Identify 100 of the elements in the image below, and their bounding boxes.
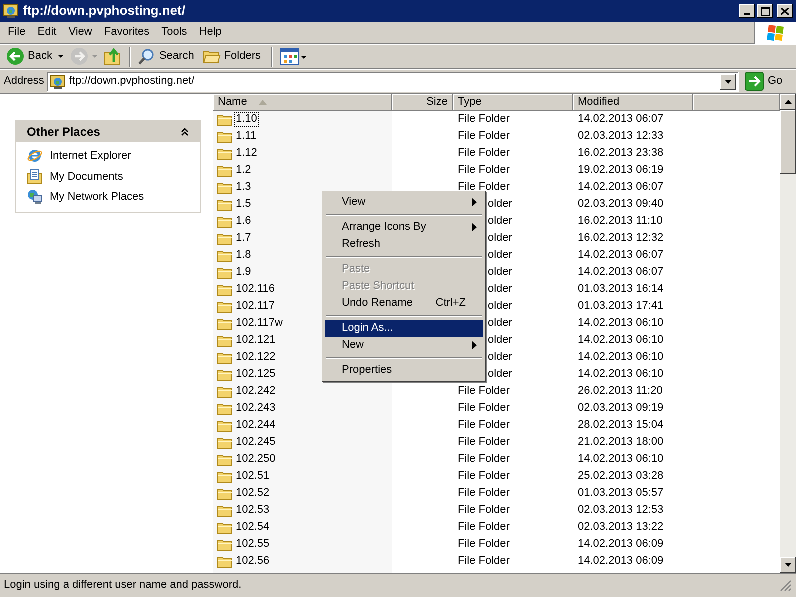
menu-item[interactable]: View	[325, 194, 483, 211]
folder-icon	[217, 368, 233, 382]
sort-arrow-icon	[259, 100, 268, 105]
table-cell-text: 14.02.2013 06:07	[577, 248, 665, 264]
menu-item[interactable]: Help	[193, 22, 228, 42]
scroll-thumb[interactable]	[780, 110, 796, 174]
table-cell: older	[488, 300, 512, 312]
table-cell-text: 25.02.2013 03:28	[577, 469, 665, 484]
table-cell-text: 02.03.2013 09:19	[577, 401, 665, 416]
network-computer-icon	[27, 189, 43, 206]
file-name[interactable]: 102.243	[235, 402, 277, 415]
table-cell-text: 02.03.2013 09:40	[577, 197, 665, 212]
scroll-up-button[interactable]	[780, 94, 796, 110]
column-header[interactable]: Type	[453, 94, 573, 111]
resize-grip-icon	[780, 580, 792, 592]
file-name[interactable]: 1.6	[235, 215, 252, 228]
file-name[interactable]: 102.51	[235, 470, 271, 483]
file-name[interactable]: 1.5	[235, 198, 252, 211]
folder-icon	[217, 146, 233, 160]
table-cell-text: 16.02.2013 11:10	[577, 214, 664, 230]
menu-item[interactable]: Undo Rename Ctrl+Z	[325, 295, 483, 312]
file-name[interactable]: 102.53	[235, 504, 271, 517]
menu-item[interactable]: New	[325, 337, 483, 354]
folder-icon	[217, 418, 233, 432]
file-name[interactable]: 102.121	[235, 334, 277, 347]
dropdown-button[interactable]	[720, 74, 736, 90]
menu-item[interactable]: Tools	[156, 22, 194, 42]
file-name[interactable]: 1.3	[235, 181, 252, 194]
address-field[interactable]: ftp://down.pvphosting.net/	[47, 72, 739, 92]
close-icon	[781, 8, 789, 14]
place-link[interactable]: Internet Explorer	[27, 148, 189, 164]
menu-item[interactable]: Login As...	[325, 320, 483, 337]
place-link[interactable]: My Network Places	[27, 189, 189, 206]
folder-up-icon	[104, 47, 122, 66]
caret-icon	[784, 100, 792, 104]
menu-item[interactable]: Arrange Icons By	[325, 219, 483, 236]
minimize-icon	[744, 13, 750, 15]
table-cell-text: 02.03.2013 13:22	[577, 520, 665, 536]
folders-button[interactable]: Folders	[201, 46, 266, 68]
folder-icon	[217, 334, 233, 348]
file-name[interactable]: 102.52	[235, 487, 271, 500]
menu-item[interactable]: Properties	[325, 362, 483, 379]
menu-item[interactable]: Favorites	[98, 22, 156, 42]
file-name[interactable]: 102.242	[235, 385, 277, 398]
menu-item[interactable]: File	[2, 22, 32, 42]
table-cell: File Folder	[458, 402, 510, 414]
folder-icon	[217, 282, 233, 296]
file-name[interactable]: 102.55	[235, 538, 271, 551]
file-name[interactable]: 102.122	[235, 351, 277, 364]
column-header[interactable]: Modified	[573, 94, 693, 111]
file-name[interactable]: 1.7	[235, 232, 252, 245]
folders-icon	[203, 48, 222, 64]
close-button[interactable]	[777, 4, 793, 18]
maximize-icon	[760, 6, 770, 16]
document-folder-icon	[27, 168, 43, 185]
table-cell: older	[488, 232, 512, 244]
menu-item[interactable]: Edit	[32, 22, 63, 42]
file-name[interactable]: 1.11	[235, 130, 258, 143]
ftp-folder-icon	[3, 3, 19, 19]
file-name[interactable]: 102.56	[235, 555, 271, 568]
column-header[interactable]: Size	[392, 94, 453, 111]
file-name[interactable]: 102.54	[235, 521, 271, 534]
file-name[interactable]: 1.8	[235, 249, 252, 262]
file-name[interactable]: 102.244	[235, 419, 277, 432]
table-cell: older	[488, 317, 512, 330]
place-link[interactable]: My Documents	[27, 168, 189, 185]
table-cell: older	[488, 334, 512, 346]
minimize-button[interactable]	[739, 4, 755, 18]
table-cell-text: 19.02.2013 06:19	[577, 163, 665, 178]
scroll-down-button[interactable]	[780, 557, 796, 573]
folder-icon	[217, 520, 233, 534]
menu-item[interactable]: View	[62, 22, 98, 42]
table-cell: older	[488, 215, 512, 228]
scrollbar[interactable]	[780, 94, 796, 573]
views-icon	[280, 48, 308, 66]
file-name[interactable]: 102.116	[235, 283, 276, 296]
menu-item[interactable]: Refresh	[325, 236, 483, 253]
search-button[interactable]: Search	[136, 46, 200, 68]
table-cell-text: 21.02.2013 18:00	[577, 435, 665, 450]
maximize-button[interactable]	[757, 4, 773, 18]
file-name[interactable]: 102.245	[235, 436, 277, 449]
column-header[interactable]: Name	[213, 94, 392, 111]
file-name[interactable]: 102.117	[235, 300, 276, 313]
caret-icon	[784, 563, 792, 567]
ftp-folder-icon	[50, 74, 66, 90]
folder-icon	[217, 232, 233, 246]
file-name[interactable]: 102.125	[235, 368, 277, 381]
table-cell-text: 14.02.2013 06:07	[577, 265, 665, 280]
collapse-chevron-icon[interactable]	[181, 128, 189, 136]
file-name[interactable]: 1.12	[235, 147, 258, 160]
folder-icon	[217, 350, 233, 364]
table-cell: File Folder	[458, 521, 510, 534]
file-name[interactable]: 1.10	[235, 113, 258, 126]
file-name[interactable]: 102.250	[235, 453, 277, 466]
go-button[interactable]: Go	[742, 72, 792, 91]
file-name[interactable]: 1.2	[235, 164, 252, 177]
file-name[interactable]: 1.9	[235, 266, 252, 279]
file-name[interactable]: 102.117w	[235, 317, 284, 330]
back-button[interactable]: Back	[4, 46, 66, 68]
table-cell: File Folder	[458, 164, 510, 176]
